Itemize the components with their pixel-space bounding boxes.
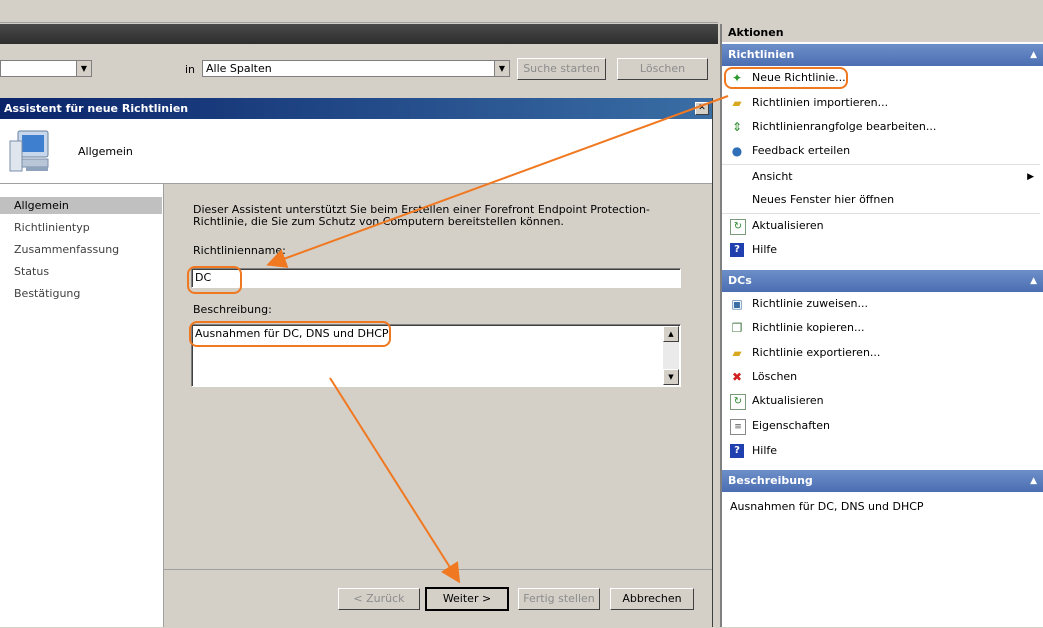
action-export-policy[interactable]: ▰ Richtlinie exportieren... [722,341,1040,365]
action-assign-policy[interactable]: ▣ Richtlinie zuweisen... [722,292,1040,316]
action-label: Aktualisieren [752,394,824,407]
up-down-arrow-icon: ⇕ [731,120,743,134]
help-icon: ? [730,243,744,257]
wizard-steps: Allgemein Richtlinientyp Zusammenfassung… [0,184,164,627]
assign-policy-icon: ▣ [731,297,743,311]
action-label: Feedback erteilen [752,144,851,157]
action-label: Richtlinie kopieren... [752,321,865,334]
column-select-value: Alle Spalten [206,62,272,75]
action-label: Löschen [752,370,798,383]
wizard-header: Allgemein [0,119,712,184]
in-label: in [185,63,196,76]
wizard-title: Assistent für neue Richtlinien [4,102,189,115]
clear-search-button[interactable]: Löschen [617,58,708,80]
cancel-button[interactable]: Abbrechen [610,588,694,610]
step-policy-type: Richtlinientyp [14,221,90,234]
policy-name-input[interactable]: DC [191,268,681,288]
action-label: Hilfe [752,444,778,457]
action-refresh-dcs[interactable]: ↻ Aktualisieren [722,389,1040,413]
back-button[interactable]: < Zurück [338,588,420,610]
action-import-policies[interactable]: ▰ Richtlinien importieren... [722,91,1040,115]
finish-button[interactable]: Fertig stellen [518,588,600,610]
help-icon: ? [730,444,744,458]
folder-export-icon: ▰ [732,346,742,360]
collapse-icon[interactable]: ▲ [1030,44,1037,66]
delete-x-icon: ✖ [731,370,743,384]
section-title-policies: Richtlinien [728,48,795,61]
section-header-description[interactable]: Beschreibung ▲ [722,470,1043,492]
actions-panel: Aktionen Richtlinien ▲ ✦ Neue Richtlinie.… [720,24,1043,627]
next-button[interactable]: Weiter > [425,587,509,611]
action-new-window[interactable]: Neues Fenster hier öffnen [722,188,1040,212]
step-general: Allgemein [0,197,162,214]
action-label: Neues Fenster hier öffnen [752,193,895,206]
action-refresh-policies[interactable]: ↻ Aktualisieren [722,213,1040,237]
chevron-down-icon[interactable]: ▼ [76,61,91,76]
wizard-title-bar: Assistent für neue Richtlinien ✕ [0,98,712,119]
action-label: Eigenschaften [752,419,830,432]
search-field-combo[interactable]: ▼ [0,60,92,77]
action-delete[interactable]: ✖ Löschen [722,365,1040,389]
step-confirmation: Bestätigung [14,287,81,300]
action-properties[interactable]: ≡ Eigenschaften [722,414,1040,438]
step-status: Status [14,265,50,278]
action-label: Ansicht [752,170,793,183]
copy-policy-icon: ❐ [731,321,743,335]
description-label: Beschreibung: [193,303,272,316]
chevron-down-icon[interactable]: ▼ [494,61,509,76]
action-copy-policy[interactable]: ❐ Richtlinie kopieren... [722,316,1040,340]
action-label: Richtlinien importieren... [752,96,889,109]
properties-icon: ≡ [730,419,746,435]
highlight-description [189,321,391,347]
start-search-button[interactable]: Suche starten [517,58,606,80]
description-panel-text: Ausnahmen für DC, DNS und DHCP [730,500,924,513]
action-view[interactable]: Ansicht ▶ [722,164,1040,188]
section-header-policies[interactable]: Richtlinien ▲ [722,44,1043,66]
section-title-dcs: DCs [728,274,752,287]
wizard-footer: < Zurück Weiter > Fertig stellen Abbrech… [164,569,712,628]
wizard-header-label: Allgemein [78,145,133,158]
wizard-intro-text: Dieser Assistent unterstützt Sie beim Er… [193,203,650,228]
refresh-icon: ↻ [730,219,746,235]
top-toolbar-strip [0,0,718,23]
action-label: Aktualisieren [752,219,824,232]
wizard-content: Dieser Assistent unterstützt Sie beim Er… [164,184,712,569]
step-summary: Zusammenfassung [14,243,120,256]
column-select[interactable]: Alle Spalten ▼ [202,60,510,77]
search-row: ▼ in Alle Spalten ▼ Suche starten Lösche… [0,44,718,98]
close-icon[interactable]: ✕ [695,102,709,115]
refresh-icon: ↻ [730,394,746,410]
action-label: Hilfe [752,243,778,256]
action-label: Richtlinie exportieren... [752,346,881,359]
actions-title: Aktionen [722,24,1043,42]
section-title-description: Beschreibung [728,474,813,487]
scroll-up-icon[interactable]: ▲ [663,326,679,342]
globe-icon: ● [731,144,743,158]
new-policy-wizard: Assistent für neue Richtlinien ✕ Allgeme… [0,98,713,628]
scroll-down-icon[interactable]: ▼ [663,369,679,385]
collapse-icon[interactable]: ▲ [1030,470,1037,492]
action-edit-precedence[interactable]: ⇕ Richtlinienrangfolge bearbeiten... [722,115,1040,139]
action-label: Richtlinienrangfolge bearbeiten... [752,120,937,133]
submenu-arrow-icon: ▶ [1027,172,1034,182]
description-scrollbar[interactable]: ▲ ▼ [663,326,679,385]
action-feedback[interactable]: ● Feedback erteilen [722,139,1040,163]
action-help-dcs[interactable]: ? Hilfe [722,439,1040,463]
action-label: Richtlinie zuweisen... [752,297,868,310]
highlight-new-policy [724,67,848,89]
computer-icon [9,130,49,172]
section-header-dcs[interactable]: DCs ▲ [722,270,1043,292]
collapse-icon[interactable]: ▲ [1030,270,1037,292]
results-header-bar [0,24,718,44]
policy-name-label: Richtlinienname: [193,244,286,257]
action-help-policies[interactable]: ? Hilfe [722,238,1040,262]
highlight-policy-name [187,266,242,294]
folder-import-icon: ▰ [732,96,742,110]
